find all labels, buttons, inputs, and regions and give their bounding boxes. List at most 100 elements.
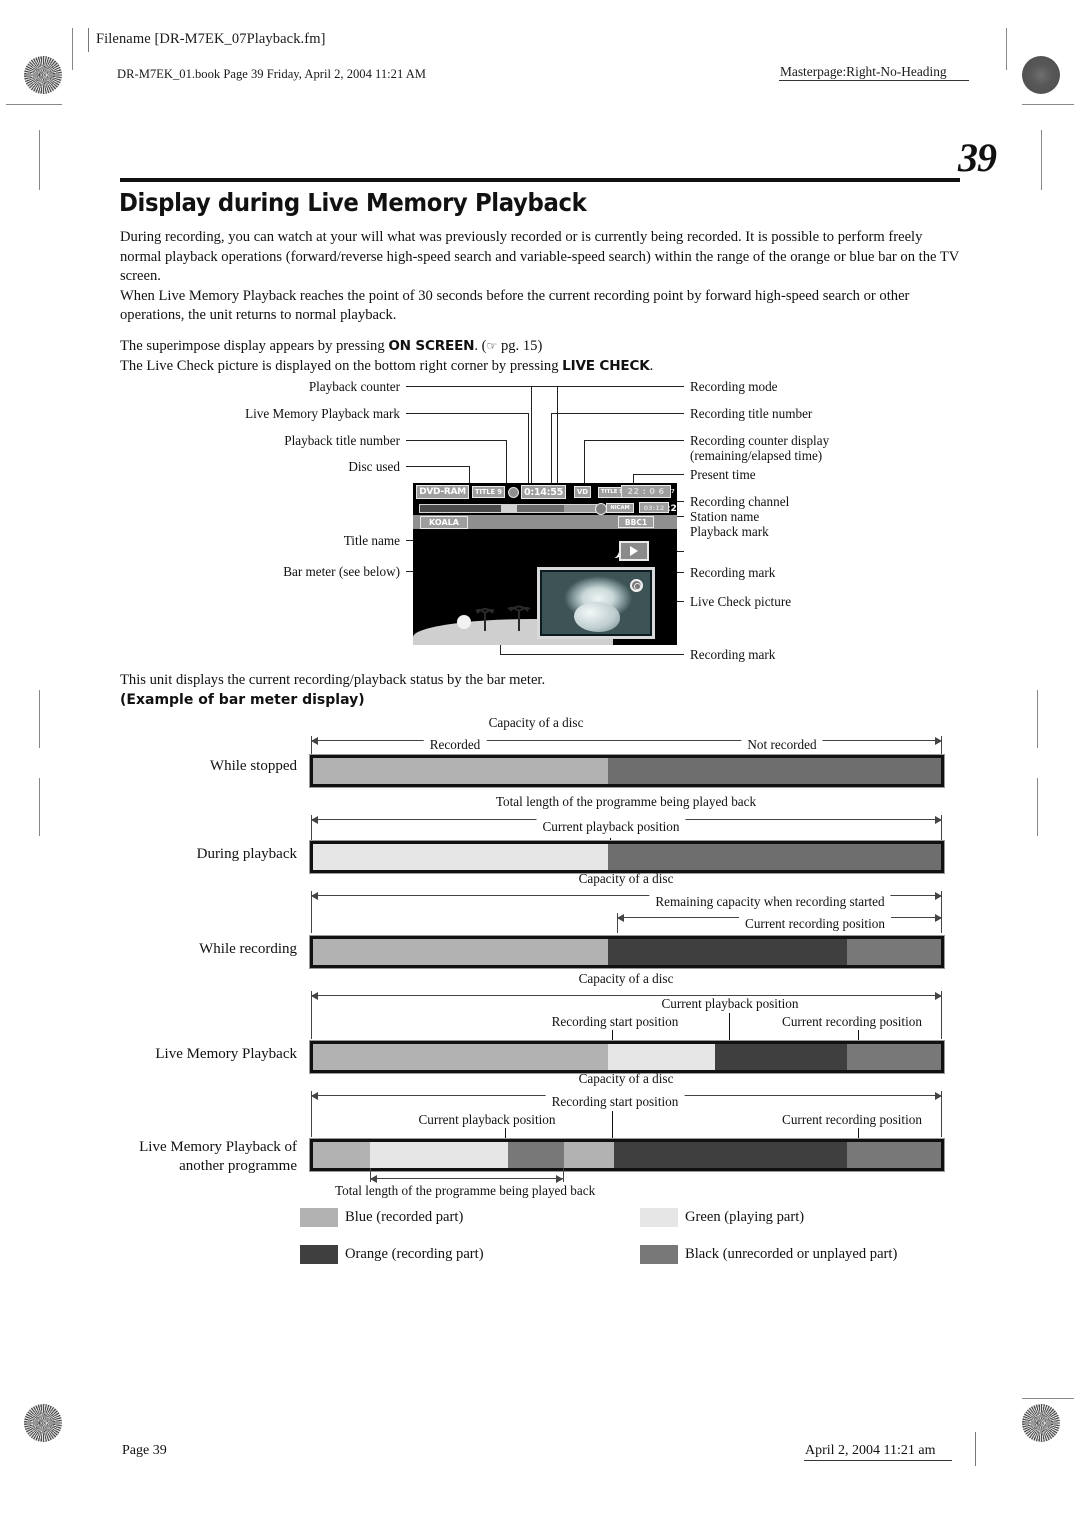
bar-segment-black-unrecorded [846,939,941,965]
live-memory-playback-mark-icon [508,487,519,498]
pointing-hand-icon: ☞ [486,338,498,353]
leader-present-time [633,474,684,476]
bar-segment-orange-recording [614,1142,847,1168]
bar-segment-green-playing [369,1142,508,1168]
leader-recording-title-number-v [551,413,553,490]
row-label-line-1: Live Memory Playback of [139,1139,297,1155]
printer-spot-mark [24,56,62,94]
crop-line-vertical-right2 [1040,130,1042,190]
tick-row5-prog-right [563,1168,565,1182]
ann-recorded-row1: Recorded [423,737,487,753]
tick-row4-right [941,991,943,1039]
leader-recording-counter [584,440,684,442]
ann-capacity-row1: Capacity of a disc [488,715,584,730]
crop-line-right-middle-v2 [1036,778,1038,836]
printer-spot-mark-bottom-left [24,1404,62,1442]
leader-disc-used [406,466,470,468]
callout-recording-mark-lower: Recording mark [690,647,776,662]
tick-row5-prog-left [370,1168,372,1182]
registration-mark-left-middle [24,748,54,778]
body-text: During recording, you can watch at your … [120,228,960,376]
callout-title-name: Title name [343,533,400,548]
header-divider [88,28,90,52]
callout-recording-counter-display: Recording counter display [690,433,830,448]
title-rule [120,178,960,182]
ann-current-playback-row4: Current playback position [655,996,805,1012]
registration-mark-far-bottom-right [1022,1355,1052,1385]
ann-capacity-row5: Capacity of a disc [578,1071,674,1086]
callout-bar-meter: Bar meter (see below) [283,564,400,579]
registration-mark-right-upper [1022,110,1052,140]
tick-current-playback-row4 [729,1013,731,1044]
page-number: 39 [958,135,997,180]
leader-playback-counter-v [557,386,559,490]
ann-current-recording-row3: Current recording position [739,916,891,932]
legend-swatch-orange [300,1245,338,1264]
bar-meter-row-while-recording [310,936,944,968]
row-label-while-recording: While recording [199,941,297,957]
bar-segment-blue-recorded [313,1142,370,1168]
ann-current-playback-row2: Current playback position [536,819,686,835]
legend-label-black: Black (unrecorded or unplayed part) [685,1246,898,1262]
page-title: Display during Live Memory Playback [119,188,587,217]
row-label-during-playback: During playback [196,846,297,862]
legend-item-orange: Orange (recording part) [300,1245,484,1264]
leader-recording-title-number [551,413,684,415]
ann-current-recording-row4: Current recording position [776,1014,928,1030]
bar-segment-orange-recording [714,1044,847,1070]
body-paragraph-2: When Live Memory Playback reaches the po… [120,287,910,324]
ann-capacity-row3: Capacity of a disc [578,871,674,886]
legend-swatch-green [640,1208,678,1227]
row-label-while-stopped: While stopped [209,758,297,774]
document-page: Filename [DR-M7EK_07Playback.fm] DR-M7EK… [0,0,1080,1528]
leader-lmp-mark [406,413,529,415]
registration-mark-right-middle [1022,748,1052,778]
tick-row5-left [311,1091,313,1137]
legend-swatch-black [640,1245,678,1264]
callout-station-name: Station name [690,509,760,524]
callout-playback-title-number: Playback title number [284,433,400,448]
callout-present-time: Present time [690,467,756,482]
bar-meter-row-live-memory-playback [310,1041,944,1073]
callout-recording-mode: Recording mode [690,379,778,394]
bar-segment-green-playing [313,844,609,870]
tick-row3-right [941,891,943,933]
crop-line-vertical-left [72,28,74,70]
tick-row3-left [311,891,313,933]
callout-playback-mark: Playback mark [690,524,769,539]
ann-total-length-row2: Total length of the programme being play… [495,794,757,809]
tick-row4-left [311,991,313,1039]
header-masterpage-rule [779,80,969,81]
bar-segment-blue-recorded [313,1044,609,1070]
callout-recording-channel: Recording channel [690,494,790,509]
bar-segment-black-unplayed [507,1142,565,1168]
printer-spot-mark-bottom-right [1022,1404,1060,1442]
legend-item-black: Black (unrecorded or unplayed part) [640,1245,897,1264]
leader-lmp-mark-v [528,413,530,490]
callout-playback-counter: Playback counter [308,379,400,394]
legend-label-green: Green (playing part) [685,1209,805,1225]
leader-recording-mode [531,386,684,388]
ann-remaining-capacity-row3: Remaining capacity when recording starte… [649,894,891,910]
registration-mark-bottom-center [525,1440,555,1470]
ann-not-recorded-row1: Not recorded [741,737,823,753]
footer-divider [975,1432,977,1466]
osd-playback-counter: 0:14:55 [521,485,566,499]
callout-recording-title-number: Recording title number [690,406,813,421]
crop-line-left-middle-v2 [38,778,40,836]
callout-disc-used: Disc used [348,459,400,474]
legend-swatch-blue [300,1208,338,1227]
arrow-capacity-row4 [311,991,942,1001]
footer-page-label: Page 39 [122,1443,167,1458]
bar-meter-row-live-memory-playback-another [310,1139,944,1171]
tick-row5-right [941,1091,943,1137]
osd-recording-mode: VD [574,486,591,498]
registration-mark-top-left [69,61,99,91]
bar-meter-intro: This unit displays the current recording… [120,672,546,688]
bar-segment-black-unrecorded [846,1142,941,1168]
bar-segment-blue-recorded-2 [564,1142,615,1168]
body-paragraph-3: The superimpose display appears by press… [120,337,543,354]
ann-capacity-row4: Capacity of a disc [578,971,674,986]
ann-total-length-row5: Total length of the programme being play… [335,1183,596,1198]
leader-recording-mark-lower [500,654,684,656]
